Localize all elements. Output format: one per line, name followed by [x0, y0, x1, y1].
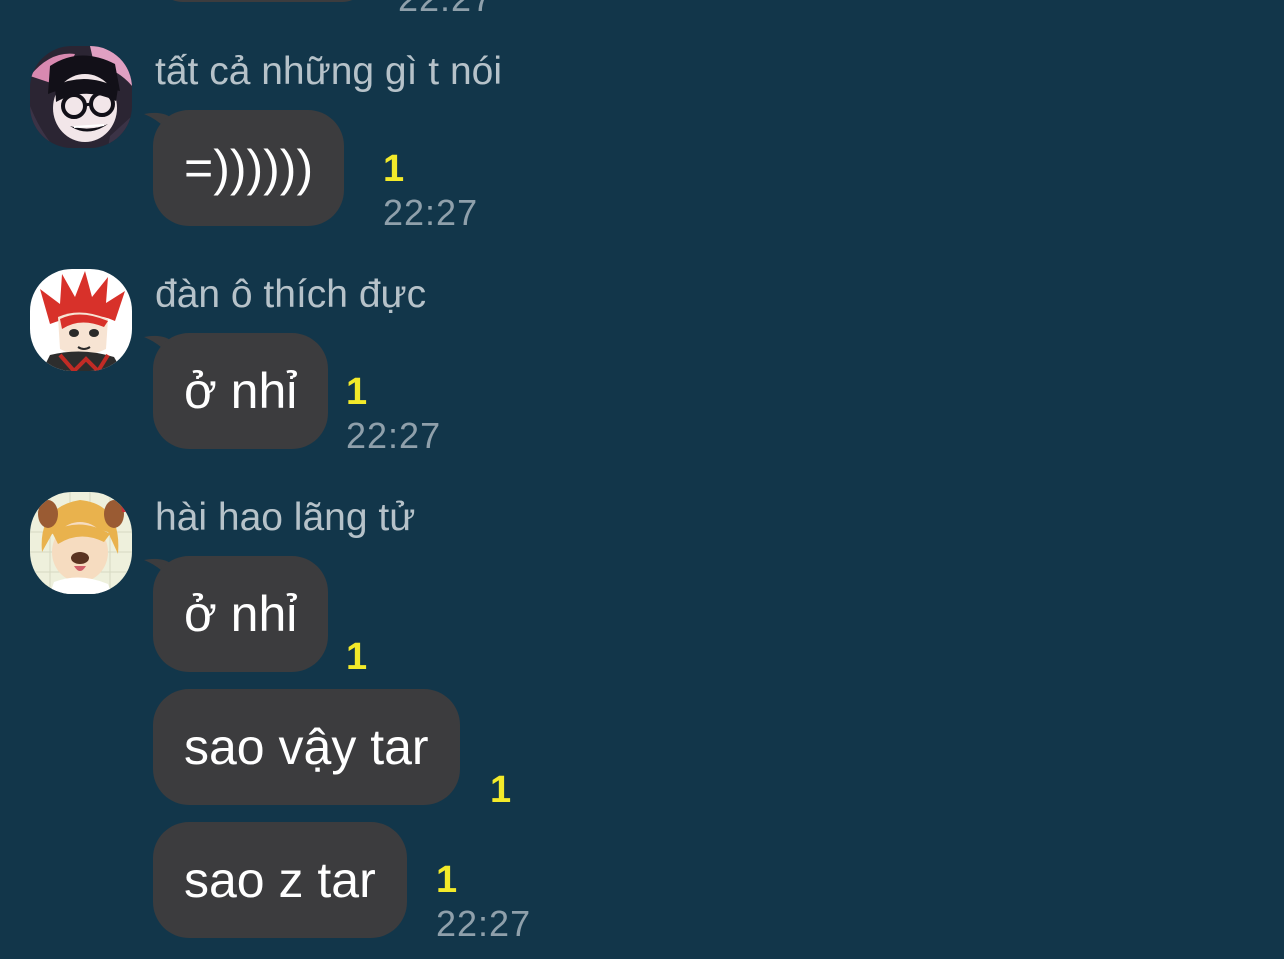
unread-count: 1: [436, 859, 458, 901]
unread-count: 1: [346, 371, 368, 413]
sender-name: tất cả những gì t nói: [155, 50, 503, 93]
message-time: 22:27: [383, 192, 479, 233]
message-time: 22:27: [398, 0, 493, 20]
message-bubble[interactable]: sao z tar: [153, 822, 407, 938]
unread-count: 1: [490, 769, 512, 811]
sender-name: hài hao lãng tử: [155, 496, 416, 539]
message-time: 22:27: [346, 415, 442, 456]
avatar[interactable]: [30, 269, 132, 371]
anime-glasses-avatar-icon: [30, 46, 132, 148]
unread-count: 1: [383, 148, 405, 190]
anime-blonde-dog-filter-avatar-icon: [30, 492, 132, 594]
message-bubble[interactable]: =)))))): [153, 110, 345, 226]
message-bubble[interactable]: ở nhỉ: [153, 333, 329, 449]
message-bubble[interactable]: ở nhỉ: [153, 556, 329, 672]
unread-count: 1: [346, 636, 368, 678]
chat-view[interactable]: 22:27 tất cả những gì t nói =)))))) 1 22…: [0, 0, 1284, 959]
avatar[interactable]: [30, 46, 132, 148]
message-bubble[interactable]: [155, 0, 370, 2]
sender-name: đàn ô thích đực: [155, 273, 427, 316]
message-time: 22:27: [436, 903, 532, 944]
message-bubble[interactable]: sao vậy tar: [153, 689, 460, 805]
anime-red-hair-avatar-icon: [30, 269, 132, 371]
avatar[interactable]: [30, 492, 132, 594]
